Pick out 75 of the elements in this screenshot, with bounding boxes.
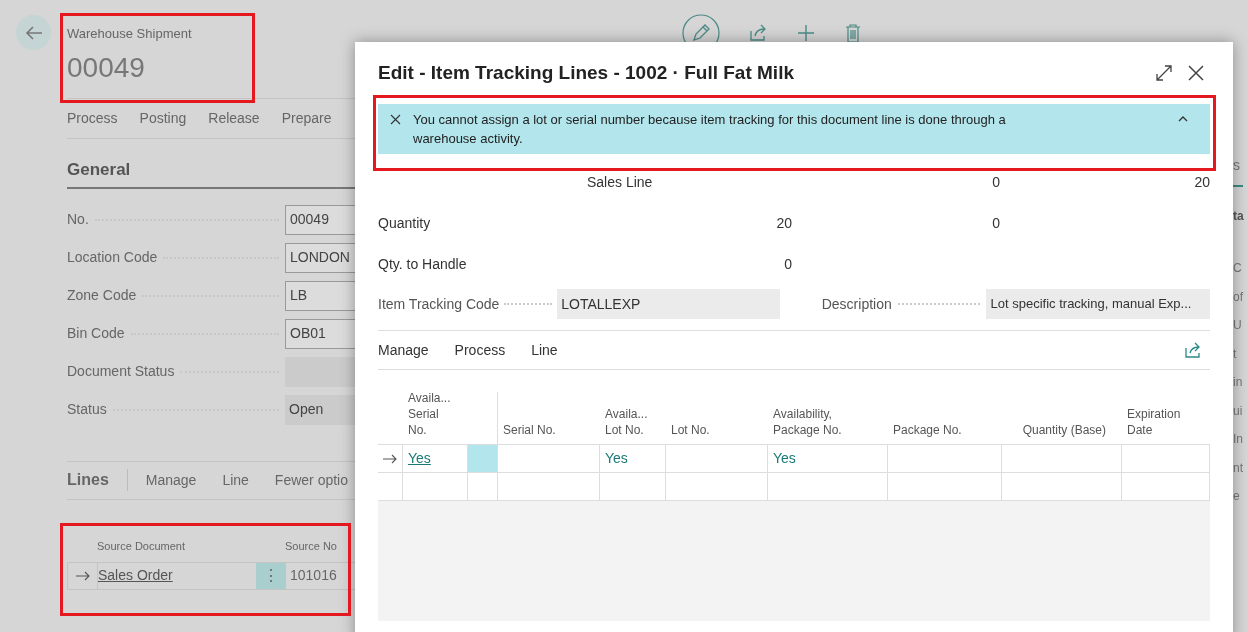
action-menu-item[interactable]: Process bbox=[67, 108, 118, 129]
collapse-chevron-icon[interactable] bbox=[1178, 115, 1188, 122]
column-header: Lot No. bbox=[670, 422, 711, 439]
table-cell-text: 101016 bbox=[289, 566, 337, 585]
section-title: Lines bbox=[67, 470, 109, 490]
row-indicator-arrow-icon bbox=[75, 570, 90, 581]
table-cell: Yes bbox=[600, 445, 666, 472]
dismiss-icon[interactable] bbox=[390, 114, 401, 125]
text-fragment: t bbox=[1233, 345, 1238, 363]
field-value[interactable]: LB bbox=[285, 280, 357, 311]
field-value[interactable]: LONDON bbox=[285, 242, 357, 273]
field-value[interactable]: OB01 bbox=[285, 318, 357, 349]
field-label: Location Code bbox=[67, 248, 158, 267]
action-menu-item[interactable]: Manage bbox=[378, 339, 429, 361]
row-indicator-arrow-icon bbox=[383, 453, 397, 464]
table-cell-text: Sales Line bbox=[586, 172, 654, 192]
column-header: Availa... Lot No. bbox=[604, 406, 649, 439]
notification-message: You cannot assign a lot or serial number because item tracking for this document line is done through a warehouse activity. bbox=[413, 111, 1007, 148]
field-label: Zone Code bbox=[67, 286, 137, 305]
back-button[interactable] bbox=[16, 15, 51, 50]
text-fragment: of bbox=[1233, 288, 1244, 306]
text-fragment: U bbox=[1233, 317, 1243, 334]
table-cell-text: 20 bbox=[1193, 172, 1210, 192]
field-label: Document Status bbox=[67, 362, 175, 381]
share-icon[interactable] bbox=[748, 23, 768, 43]
text-fragment: e bbox=[1233, 488, 1241, 505]
action-menu-item[interactable]: Process bbox=[454, 339, 506, 361]
table-cell: Yes bbox=[768, 445, 888, 472]
plus-icon[interactable] bbox=[796, 23, 816, 43]
trash-icon[interactable] bbox=[844, 23, 862, 43]
column-header: Quantity (Base) bbox=[1021, 422, 1107, 439]
field-value: Open bbox=[285, 394, 357, 425]
table-cell-text: 0 bbox=[991, 172, 1000, 192]
field-label: Quantity bbox=[378, 213, 432, 233]
column-header: Source Document bbox=[97, 539, 187, 555]
column-header: Serial No. bbox=[502, 422, 557, 439]
text-fragment: ta bbox=[1233, 208, 1245, 225]
action-menu-item[interactable]: Line bbox=[222, 469, 249, 491]
column-header: Availa... Serial No. bbox=[407, 392, 452, 439]
text-fragment: in bbox=[1233, 374, 1244, 391]
field-label: Qty. to Handle bbox=[378, 254, 468, 274]
column-header: Expiration Date bbox=[1126, 406, 1182, 439]
action-menu-item[interactable]: Line bbox=[531, 339, 558, 361]
item-tracking-code-field: LOTALLEXP bbox=[557, 289, 780, 319]
field-label: Status bbox=[67, 400, 107, 419]
back-arrow-icon bbox=[24, 24, 43, 41]
row-menu-button[interactable]: ⋮ bbox=[256, 562, 286, 589]
text-fragment: nt bbox=[1233, 459, 1244, 477]
table-cell-text: 20 bbox=[775, 213, 792, 233]
action-menu-item[interactable]: Release bbox=[208, 108, 260, 129]
page-caption: Warehouse Shipment bbox=[67, 25, 193, 43]
expand-icon[interactable] bbox=[1155, 64, 1173, 82]
text-fragment: ui bbox=[1233, 402, 1244, 420]
field-label: No. bbox=[67, 210, 89, 229]
action-menu-item[interactable]: Prepare bbox=[281, 108, 332, 129]
table-cell-text: 0 bbox=[783, 254, 792, 274]
action-menu-item[interactable]: Manage bbox=[145, 469, 197, 491]
column-header: Package No. bbox=[892, 422, 963, 439]
description-field: Lot specific tracking, manual Exp... bbox=[985, 289, 1210, 319]
column-header: Availability, Package No. bbox=[772, 406, 843, 439]
dialog-title: Edit - Item Tracking Lines - 1002 · Full Fat Milk bbox=[378, 60, 795, 85]
field-label: Item Tracking Code bbox=[378, 294, 500, 314]
document-number: 00049 bbox=[67, 51, 146, 85]
column-header: Source No bbox=[285, 539, 337, 555]
action-menu-item[interactable]: Fewer optio bbox=[274, 469, 348, 491]
close-icon[interactable] bbox=[1187, 64, 1205, 82]
field-value[interactable]: 00049 bbox=[285, 204, 357, 235]
text-fragment: In bbox=[1233, 431, 1244, 448]
source-document-link[interactable]: Sales Order bbox=[98, 562, 256, 589]
field-label: Description bbox=[821, 294, 892, 314]
action-menu-item[interactable]: Posting bbox=[139, 108, 187, 129]
text-fragment: C bbox=[1233, 260, 1243, 277]
table-cell-text: 0 bbox=[991, 213, 1000, 233]
share-icon[interactable] bbox=[1184, 341, 1202, 359]
field-label: Bin Code bbox=[67, 324, 125, 343]
